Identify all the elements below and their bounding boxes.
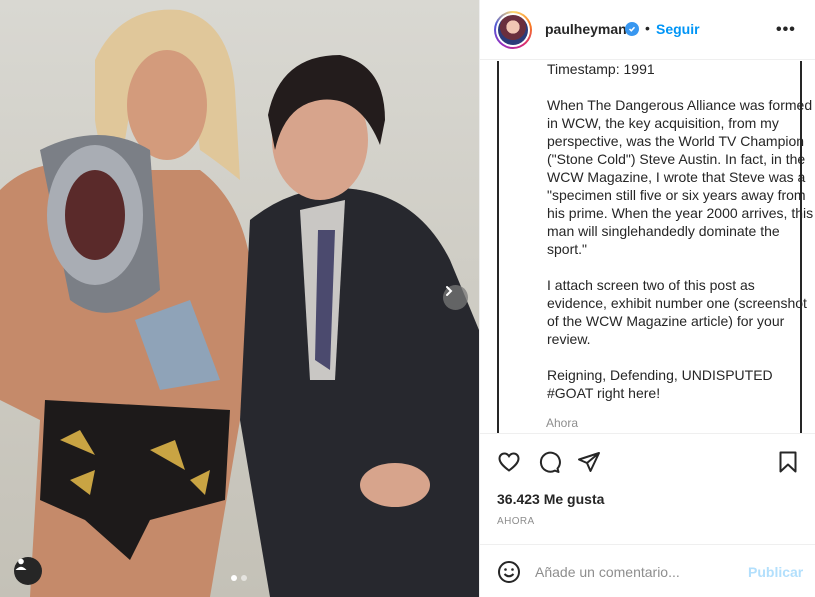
tagged-users-button[interactable] — [14, 557, 42, 585]
carousel-dot-active — [231, 575, 237, 581]
next-image-button[interactable] — [443, 285, 468, 310]
likes-count[interactable]: 36.423 Me gusta — [497, 491, 604, 507]
carousel-dot — [241, 575, 247, 581]
carousel-indicator — [231, 575, 247, 581]
follow-button[interactable]: Seguir — [656, 21, 700, 37]
username-link[interactable]: paulheyman — [545, 21, 627, 37]
post-side-panel: paulheyman • Seguir ••• Timestamp: 1991 … — [479, 0, 815, 597]
post-image[interactable] — [0, 0, 479, 597]
post-header: paulheyman • Seguir ••• — [480, 0, 815, 60]
action-bar — [480, 433, 815, 488]
bookmark-icon[interactable] — [776, 450, 800, 479]
heart-icon[interactable] — [497, 450, 521, 479]
caption-text: Timestamp: 1991 When The Dangerous Allia… — [547, 61, 814, 401]
more-options-icon[interactable]: ••• — [776, 21, 796, 39]
comment-input[interactable] — [535, 562, 735, 582]
user-icon — [15, 558, 27, 570]
post-photo-illustration — [0, 9, 479, 597]
comment-bar: Publicar — [480, 544, 815, 597]
publish-button[interactable]: Publicar — [748, 564, 803, 580]
caption-timestamp: Ahora — [546, 416, 579, 430]
avatar-image — [498, 15, 528, 45]
comment-icon[interactable] — [537, 450, 561, 479]
share-icon[interactable] — [577, 450, 601, 479]
post-time: AHORA — [497, 516, 535, 527]
separator-dot: • — [645, 20, 650, 36]
emoji-icon[interactable] — [497, 560, 521, 589]
avatar[interactable] — [494, 11, 532, 49]
verified-badge-icon — [625, 22, 639, 36]
chevron-right-icon — [446, 286, 453, 296]
